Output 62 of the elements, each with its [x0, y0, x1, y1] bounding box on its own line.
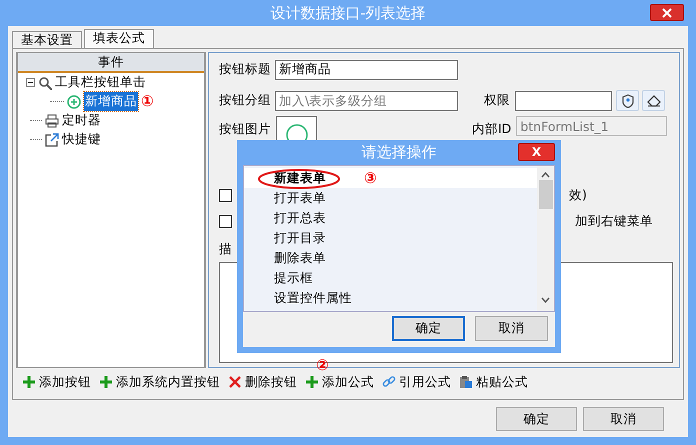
group-field[interactable]: 加入\表示多级分组	[275, 90, 458, 110]
collapse-icon[interactable]	[26, 78, 35, 87]
eraser-button[interactable]	[642, 90, 665, 111]
scroll-down-icon	[541, 297, 550, 303]
tree-item[interactable]: 工具栏按钮单击	[55, 73, 146, 92]
close-button[interactable]: X	[518, 143, 555, 161]
dialog-button[interactable]: 确定	[496, 407, 577, 431]
annotation-number: ①	[141, 94, 154, 109]
scroll-up-icon	[541, 172, 550, 178]
list-item[interactable]: 打开表单	[274, 190, 326, 205]
shield-button[interactable]	[616, 90, 639, 111]
shield-icon	[622, 94, 634, 108]
dialog-button[interactable]: 取消	[583, 407, 664, 431]
plus-icon	[22, 375, 36, 390]
cross-icon	[228, 375, 242, 390]
field-label: 按钮图片	[219, 120, 271, 138]
shortcut-icon	[45, 132, 59, 146]
scrollbar[interactable]	[537, 166, 554, 311]
column-header: 事件	[18, 53, 204, 73]
toolbar-button[interactable]: 粘贴公式	[459, 372, 528, 392]
link-icon	[382, 375, 396, 390]
list-item[interactable]: 删除表单	[274, 250, 326, 265]
annotation-number: ②	[316, 358, 329, 373]
plus-icon	[99, 375, 113, 390]
toolbar-button[interactable]: 引用公式	[382, 372, 451, 392]
checkbox-label: 效)	[569, 186, 587, 204]
list-item[interactable]: 打开总表	[274, 210, 326, 225]
field-label: 描	[219, 240, 232, 258]
window-title: 设计数据接口-列表选择	[270, 2, 426, 24]
tree-item[interactable]: 定时器	[62, 111, 101, 130]
magnifier-icon	[38, 76, 52, 90]
printer-icon	[45, 114, 59, 128]
checkbox[interactable]	[219, 214, 232, 228]
close-button[interactable]	[650, 4, 684, 21]
tab[interactable]: 基本设置	[12, 31, 82, 48]
title-field[interactable]: 新增商品	[275, 60, 458, 80]
eraser-icon	[646, 94, 660, 106]
list-item[interactable]: 设置控件属性	[274, 290, 352, 305]
dialog-button[interactable]: 取消	[475, 316, 548, 341]
dialog-title: 请选择操作	[362, 142, 436, 164]
list-item[interactable]: 提示框	[274, 270, 313, 285]
dialog-button[interactable]: 确定	[392, 316, 465, 341]
toolbar-button[interactable]: 添加系统内置按钮	[99, 372, 220, 392]
plus-circle-icon	[67, 94, 81, 108]
field-label: 按钮标题	[219, 60, 271, 78]
field-label: 内部ID	[472, 120, 512, 138]
field-label: 权限	[484, 91, 510, 110]
plus-icon	[305, 375, 319, 390]
permission-field[interactable]	[515, 90, 612, 110]
annotation-number: ③	[364, 171, 377, 186]
field-label: 按钮分组	[219, 91, 271, 110]
checkbox[interactable]	[219, 188, 232, 202]
tree-item[interactable]: 新增商品	[84, 92, 138, 111]
tree-item[interactable]: 快捷键	[62, 130, 101, 149]
close-icon	[662, 8, 672, 18]
list-item[interactable]: 打开目录	[274, 230, 326, 245]
scrollbar-thumb[interactable]	[538, 180, 552, 209]
checkbox-label: 加到右键菜单	[575, 212, 653, 230]
tab[interactable]: 填表公式	[84, 29, 154, 48]
toolbar-button[interactable]: 删除按钮	[228, 372, 297, 392]
toolbar-button[interactable]: 添加按钮	[22, 372, 91, 392]
clipboard-icon	[459, 375, 473, 390]
